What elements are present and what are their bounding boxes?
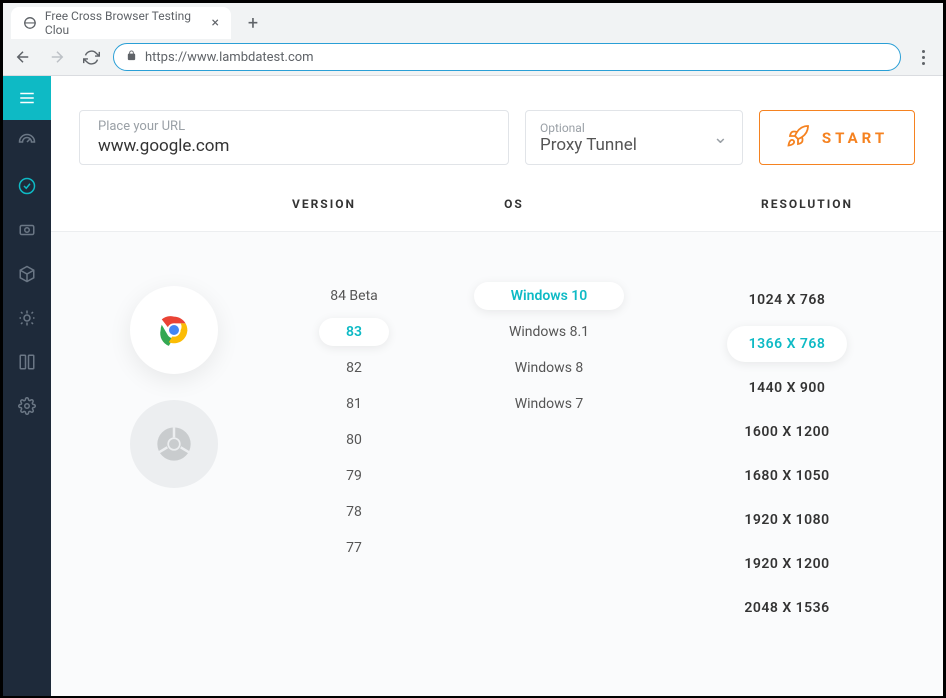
chrome-icon: [154, 310, 194, 350]
tab-strip: Free Cross Browser Testing Clou × +: [3, 3, 943, 39]
browser-column: [79, 272, 269, 676]
proxy-value: Proxy Tunnel: [540, 135, 637, 155]
os-option[interactable]: Windows 10: [474, 282, 624, 310]
chrome-grey-icon: [154, 424, 194, 464]
version-option[interactable]: 84 Beta: [308, 282, 400, 310]
controls-row: Place your URL www.google.com Optional P…: [79, 110, 915, 165]
os-column: Windows 10 Windows 8.1 Windows 8 Windows 7: [439, 272, 659, 676]
config-section: Place your URL www.google.com Optional P…: [51, 76, 943, 232]
version-option[interactable]: 82: [319, 354, 389, 382]
url-text: https://www.lambdatest.com: [145, 50, 314, 65]
sidebar-menu-toggle[interactable]: [3, 76, 51, 120]
browser-tab[interactable]: Free Cross Browser Testing Clou ×: [11, 7, 231, 39]
main-panel: Place your URL www.google.com Optional P…: [51, 76, 943, 696]
sidebar-dashboard[interactable]: [3, 120, 51, 164]
resolution-option[interactable]: 1680 X 1050: [722, 458, 851, 494]
resolution-option[interactable]: 2048 X 1536: [722, 590, 851, 626]
os-option[interactable]: Windows 7: [474, 390, 624, 418]
resolution-option[interactable]: 1920 X 1200: [722, 546, 851, 582]
sidebar-screenshot[interactable]: [3, 208, 51, 252]
browser-menu-button[interactable]: [911, 50, 935, 65]
tab-title: Free Cross Browser Testing Clou: [45, 9, 196, 37]
url-field[interactable]: https://www.lambdatest.com: [113, 43, 901, 71]
version-option[interactable]: 78: [319, 498, 389, 526]
sidebar-realtime[interactable]: [3, 164, 51, 208]
os-option[interactable]: Windows 8: [474, 354, 624, 382]
resolution-option[interactable]: 1440 X 900: [727, 370, 848, 406]
close-icon[interactable]: ×: [212, 15, 219, 31]
back-button[interactable]: [11, 45, 35, 69]
proxy-label: Optional: [540, 121, 637, 135]
browser-chrome-option[interactable]: [130, 286, 218, 374]
sidebar-settings[interactable]: [3, 384, 51, 428]
resolution-option[interactable]: 1920 X 1080: [722, 502, 851, 538]
proxy-select[interactable]: Optional Proxy Tunnel ⌄: [525, 110, 743, 165]
address-bar: https://www.lambdatest.com: [3, 39, 943, 75]
resolution-column: 1024 X 768 1366 X 768 1440 X 900 1600 X 120…: [659, 272, 915, 676]
url-input-value: www.google.com: [98, 136, 490, 156]
start-button[interactable]: START: [759, 110, 915, 165]
app: Place your URL www.google.com Optional P…: [3, 76, 943, 696]
start-label: START: [822, 129, 888, 147]
forward-button[interactable]: [45, 45, 69, 69]
new-tab-button[interactable]: +: [239, 9, 267, 37]
rocket-icon: [786, 124, 810, 152]
header-resolution: RESOLUTION: [639, 197, 915, 211]
version-option[interactable]: 81: [319, 390, 389, 418]
resolution-option[interactable]: 1024 X 768: [727, 282, 848, 318]
version-option[interactable]: 79: [319, 462, 389, 490]
header-version: VERSION: [79, 197, 389, 211]
url-input[interactable]: Place your URL www.google.com: [79, 110, 509, 165]
os-option[interactable]: Windows 8.1: [474, 318, 624, 346]
version-column: 84 Beta 83 82 81 80 79 78 77: [269, 272, 439, 676]
version-option[interactable]: 80: [319, 426, 389, 454]
chevron-down-icon: ⌄: [713, 127, 728, 148]
sidebar-integrations[interactable]: [3, 340, 51, 384]
lock-icon: [126, 50, 137, 64]
sidebar-issues[interactable]: [3, 296, 51, 340]
resolution-option[interactable]: 1600 X 1200: [722, 414, 851, 450]
browser-chrome: Free Cross Browser Testing Clou × + http…: [3, 3, 943, 76]
tab-favicon-icon: [23, 15, 37, 31]
version-option[interactable]: 83: [319, 318, 389, 346]
column-headers: VERSION OS RESOLUTION: [79, 197, 915, 211]
sidebar-automation[interactable]: [3, 252, 51, 296]
resolution-option[interactable]: 1366 X 768: [727, 326, 848, 362]
sidebar: [3, 76, 51, 696]
header-os: OS: [389, 197, 639, 211]
url-input-placeholder: Place your URL: [98, 119, 490, 134]
browser-chrome-beta-option[interactable]: [130, 400, 218, 488]
version-option[interactable]: 77: [319, 534, 389, 562]
options-area: 84 Beta83828180797877 Windows 10Windows …: [51, 232, 943, 696]
reload-button[interactable]: [79, 45, 103, 69]
